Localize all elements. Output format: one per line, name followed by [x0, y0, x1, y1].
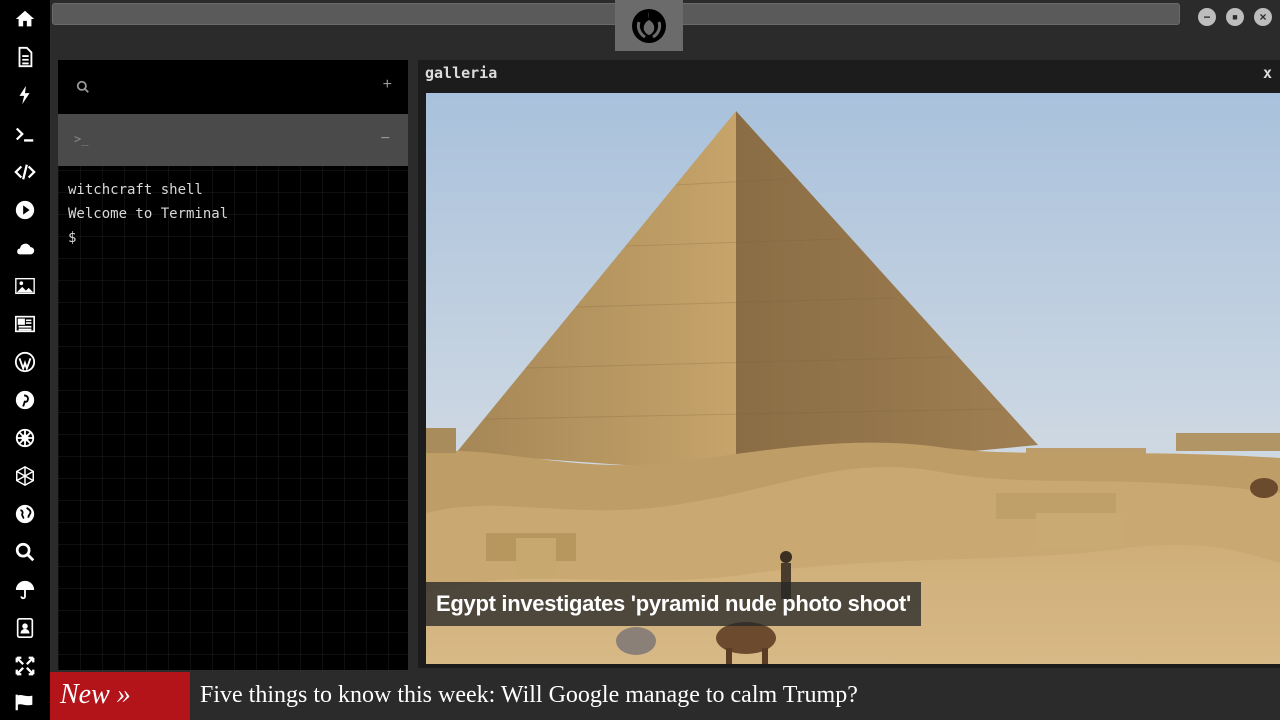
- home-icon[interactable]: [11, 5, 39, 33]
- rebel-alliance-icon: [632, 9, 666, 43]
- terminal-line: Welcome to Terminal: [68, 206, 229, 222]
- umbrella-icon[interactable]: [11, 576, 39, 604]
- search-icon[interactable]: [76, 80, 90, 94]
- app-sidebar: [0, 0, 50, 720]
- wordpress-icon[interactable]: [11, 348, 39, 376]
- terminal-prompt: $: [68, 230, 77, 246]
- galleria-title: galleria: [425, 64, 498, 82]
- rebel-wheel-icon[interactable]: [11, 424, 39, 452]
- top-bar: − ■ ×: [50, 0, 1280, 54]
- add-tab-button[interactable]: +: [383, 76, 392, 94]
- document-icon[interactable]: [11, 43, 39, 71]
- minimize-button[interactable]: −: [1198, 8, 1216, 26]
- code-icon[interactable]: [11, 158, 39, 186]
- image-icon[interactable]: [11, 272, 39, 300]
- maximize-button[interactable]: ■: [1226, 8, 1244, 26]
- contacts-icon[interactable]: [11, 614, 39, 642]
- pinterest-icon[interactable]: [11, 386, 39, 414]
- photo-illustration: [426, 93, 1280, 664]
- newspaper-icon[interactable]: [11, 310, 39, 338]
- terminal-search-bar[interactable]: +: [58, 60, 408, 114]
- ticker-headline[interactable]: Five things to know this week: Will Goog…: [200, 672, 858, 720]
- photo-caption[interactable]: Egypt investigates 'pyramid nude photo s…: [426, 582, 921, 626]
- expand-icon[interactable]: [11, 652, 39, 680]
- cloud-icon[interactable]: [11, 234, 39, 262]
- terminal-line: witchcraft shell: [68, 182, 203, 198]
- galleria-panel: galleria x Egypt investigates 'pyramid n…: [418, 60, 1280, 668]
- prompt-icon: >_: [74, 132, 89, 146]
- galleria-close-button[interactable]: x: [1263, 64, 1272, 82]
- news-ticker: New » Five things to know this week: Wil…: [50, 672, 1280, 720]
- flag-icon[interactable]: [11, 688, 39, 716]
- search-icon[interactable]: [11, 538, 39, 566]
- terminal-tab[interactable]: >_ −: [58, 114, 408, 166]
- logo-tab[interactable]: [615, 0, 683, 51]
- terminal-output[interactable]: witchcraft shell Welcome to Terminal $: [68, 178, 228, 250]
- terminal-panel: + >_ − witchcraft shell Welcome to Termi…: [58, 60, 408, 670]
- collapse-tab-button[interactable]: −: [381, 130, 390, 148]
- globe-icon[interactable]: [11, 500, 39, 528]
- pyramid-photo[interactable]: Egypt investigates 'pyramid nude photo s…: [426, 93, 1280, 664]
- desktop: − ■ × + >_ − witchcraft shell Welcome to…: [0, 0, 1280, 720]
- lightning-icon[interactable]: [11, 81, 39, 109]
- close-window-button[interactable]: ×: [1254, 8, 1272, 26]
- play-icon[interactable]: [11, 196, 39, 224]
- atom-icon[interactable]: [11, 462, 39, 490]
- ticker-label[interactable]: New »: [50, 672, 190, 720]
- terminal-icon[interactable]: [11, 120, 39, 148]
